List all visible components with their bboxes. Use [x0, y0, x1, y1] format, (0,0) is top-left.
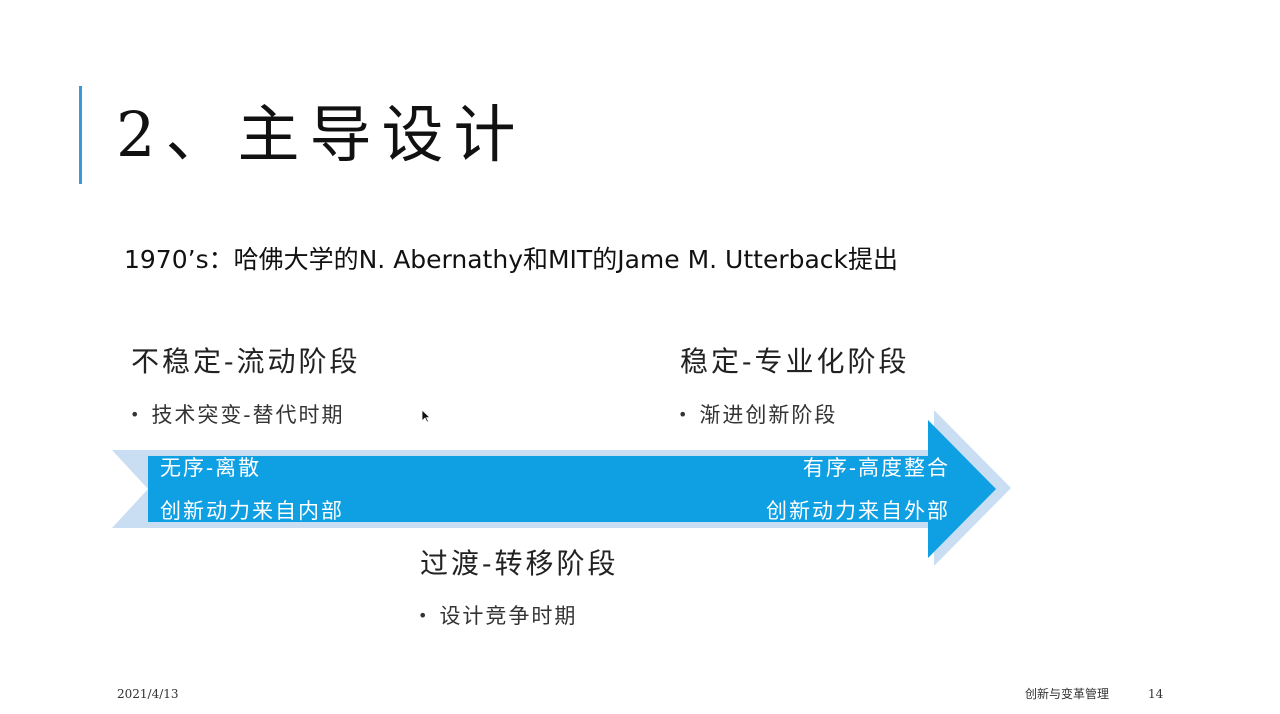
arrow-label-right-bottom: 创新动力来自外部 [766, 499, 950, 523]
mouse-pointer-icon [421, 409, 431, 423]
footer-page-number: 14 [1148, 687, 1164, 701]
stage-heading-transition: 过渡-转移阶段 [420, 547, 619, 580]
arrow-label-left-bottom: 创新动力来自内部 [160, 499, 344, 523]
arrow-label-right-top: 有序-高度整合 [802, 456, 950, 480]
stage-bullet-text: 设计竞争时期 [439, 604, 578, 628]
footer-course-name: 创新与变革管理 [1025, 687, 1110, 701]
slide: 2、主导设计 1970’s：哈佛大学的N. Abernathy和MIT的Jame… [0, 0, 1280, 714]
stage-bullet-transition: • 设计竞争时期 [418, 600, 577, 632]
footer-date: 2021/4/13 [117, 687, 179, 701]
bullet-dot: • [418, 606, 430, 625]
process-arrow [112, 410, 1011, 566]
arrow-inner-shape [148, 420, 996, 558]
arrow-label-left-top: 无序-离散 [160, 456, 262, 480]
